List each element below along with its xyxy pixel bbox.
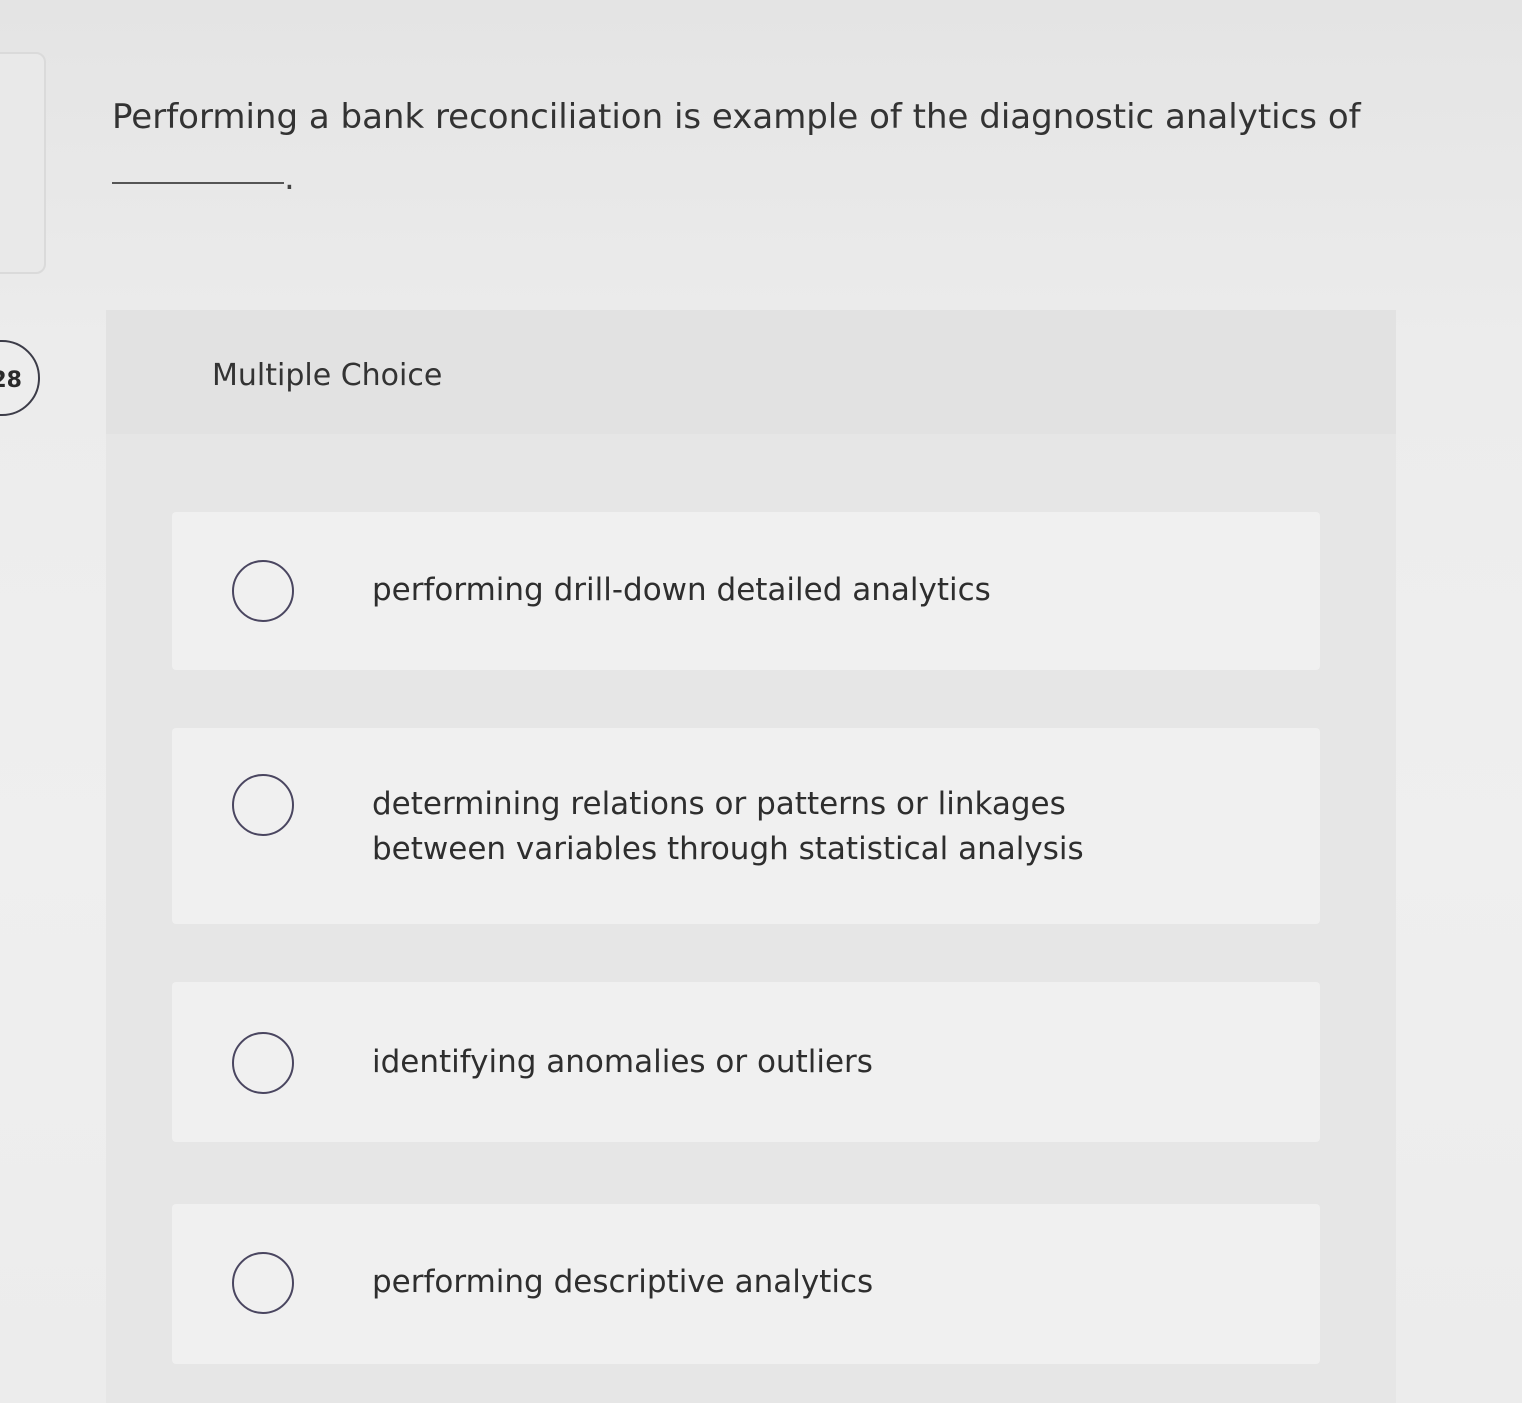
multiple-choice-panel: Multiple Choice performing drill-down de… (106, 310, 1396, 1403)
answer-option-text: determining relations or patterns or lin… (372, 786, 1084, 867)
multiple-choice-label: Multiple Choice (212, 358, 443, 393)
answer-option-text: performing drill-down detailed analytics (372, 572, 991, 608)
answer-option-3[interactable]: identifying anomalies or outliers (172, 982, 1320, 1142)
answer-option-2[interactable]: determining relations or patterns or lin… (172, 728, 1320, 924)
answer-blank (112, 182, 284, 184)
question-text: Performing a bank reconciliation is exam… (112, 97, 1361, 137)
radio-button-icon[interactable] (232, 1252, 294, 1314)
blank-period: . (284, 158, 295, 198)
question-number: 28 (0, 368, 22, 393)
answer-option-1[interactable]: performing drill-down detailed analytics (172, 512, 1320, 670)
question-number-badge[interactable]: 28 (0, 340, 40, 416)
answer-option-text: performing descriptive analytics (372, 1264, 874, 1300)
radio-button-icon[interactable] (232, 560, 294, 622)
answer-option-4[interactable]: performing descriptive analytics (172, 1204, 1320, 1364)
multiple-choice-header: Multiple Choice (106, 310, 1396, 434)
answer-option-text: identifying anomalies or outliers (372, 1044, 873, 1080)
radio-button-icon[interactable] (232, 774, 294, 836)
radio-button-icon[interactable] (232, 1032, 294, 1094)
left-side-tab (0, 52, 46, 274)
